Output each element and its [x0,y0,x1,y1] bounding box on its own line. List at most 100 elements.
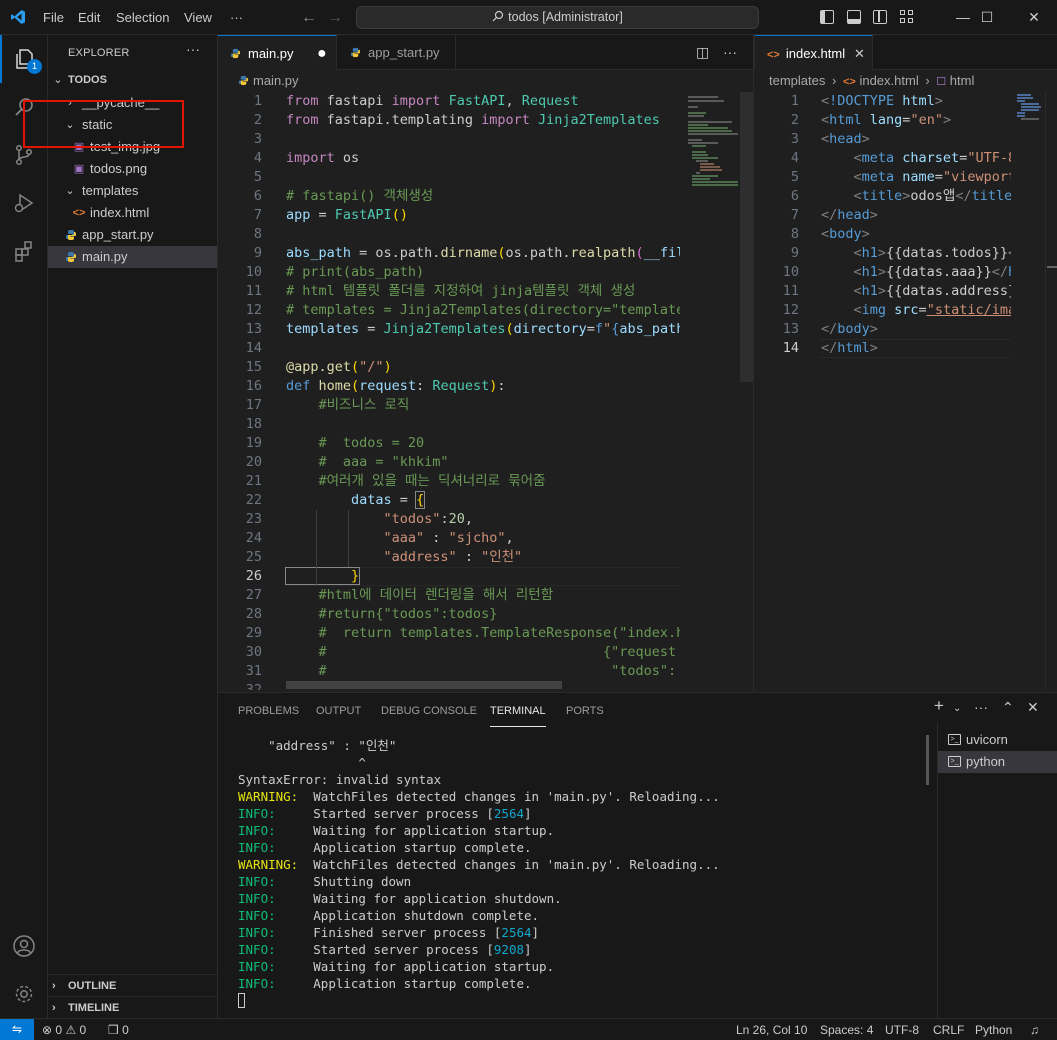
new-terminal-icon[interactable]: + [934,696,944,716]
file-label: app_start.py [82,227,154,242]
more-actions-icon[interactable]: ··· [974,699,988,715]
folder-root-todos[interactable]: ⌄ TODOS [48,69,217,91]
horizontal-scrollbar-left[interactable] [286,681,562,689]
terminal-line: INFO: Finished server process [2564] [238,925,540,940]
folder-templates[interactable]: ⌄ templates [48,180,217,202]
minimap-main-py[interactable] [680,92,740,690]
editor-more-actions-icon[interactable]: ··· [723,35,737,70]
command-center-search[interactable]: todos [Administrator] [356,6,759,29]
indentation-status[interactable]: Spaces: 4 [820,1019,873,1040]
tab-index-html[interactable]: <> index.html ✕ [755,35,873,70]
terminal-line: INFO: Waiting for application startup. [238,959,555,974]
forward-arrow-icon[interactable]: → [327,0,343,35]
breadcrumb-right[interactable]: templates › <> index.html › ☐ html [769,70,974,92]
tab-main-py[interactable]: main.py ● [218,35,337,70]
problems-status[interactable]: ⊗ 0 ⚠ 0 [42,1019,86,1040]
close-window-button[interactable]: ✕ [1011,0,1057,35]
terminal-output[interactable]: "address" : "인천" ^ SyntaxError: invalid s… [218,737,918,1019]
chevron-down-icon[interactable]: ⌄ [953,703,961,714]
menu-file[interactable]: File [43,0,64,35]
close-tab-icon[interactable]: ✕ [854,36,865,71]
radio-tower-icon: ❒ [108,1023,119,1037]
eol-status[interactable]: CRLF [933,1019,964,1040]
editor-split-divider[interactable] [753,35,754,692]
tab-debug-console[interactable]: DEBUG CONSOLE [381,705,477,717]
terminal-scrollbar[interactable] [926,735,929,785]
line-number: 30 [245,644,262,660]
close-panel-icon[interactable]: ✕ [1027,699,1039,716]
terminal-item-uvicorn[interactable]: >_ uvicorn [938,729,1057,751]
language-mode[interactable]: Python [975,1019,1012,1040]
file-app-start[interactable]: app_start.py [48,224,217,246]
error-icon: ⊗ [42,1023,53,1037]
line-number: 15 [245,359,262,375]
run-debug-activity[interactable] [0,179,48,227]
outline-section[interactable]: › OUTLINE [48,974,217,996]
line-number: 9 [790,245,799,261]
remote-icon: ⇋ [11,1022,23,1036]
line-number: 10 [245,264,262,280]
vertical-scrollbar-left[interactable] [740,92,753,382]
vscode-logo-icon [11,10,25,24]
file-todos-png[interactable]: ▣ todos.png [48,158,217,180]
warning-count: 0 [79,1023,87,1037]
tab-ports[interactable]: PORTS [566,705,604,717]
toggle-secondary-sidebar-icon[interactable] [873,10,887,24]
title-bar: File Edit Selection View ··· ← → todos [… [0,0,1057,35]
accounts-activity[interactable] [0,922,48,970]
tab-label: index.html [785,46,846,61]
breadcrumb-file: index.html [859,73,919,88]
ports-status[interactable]: ❒ 0 [108,1019,129,1040]
line-number: 4 [253,150,262,166]
line-number: 1 [790,93,799,109]
terminal-list: >_ uvicorn >_ python [937,723,1057,1019]
file-label: todos.png [90,161,148,176]
code-editor-index-html[interactable]: 1 2 3 4 5 6 7 8 9 10 11 12 13 14 <!DOCTYPE html> <htm… [755,92,1011,690]
timeline-section[interactable]: › TIMELINE [48,996,217,1018]
tab-terminal[interactable]: TERMINAL [490,705,546,727]
back-arrow-icon[interactable]: ← [301,0,317,35]
tab-output[interactable]: OUTPUT [316,705,361,717]
breadcrumb-left[interactable]: main.py [238,70,299,92]
sidebar-more-button[interactable]: ··· [186,41,200,57]
toggle-panel-icon[interactable] [847,10,861,24]
menu-edit[interactable]: Edit [78,0,100,35]
maximize-panel-icon[interactable]: ⌃ [1002,699,1014,716]
vertical-scrollbar-right[interactable] [1045,92,1057,690]
line-number: 16 [245,378,262,394]
line-number: 8 [790,226,799,242]
code-editor-main-py[interactable]: 1 2 3 4 5 6 7 8 9 10 11 12 13 14 15 16 17 18 19 20 21 22 23 24 2… [218,92,680,690]
manage-activity[interactable] [0,970,48,1018]
maximize-button[interactable]: ☐ [964,0,1010,35]
menu-more[interactable]: ··· [230,0,243,35]
line-number: 24 [245,530,262,546]
python-file-icon [66,230,76,240]
unsaved-dot-icon[interactable]: ● [317,36,327,71]
tab-app-start-py[interactable]: app_start.py [338,35,456,70]
line-number: 32 [245,682,262,690]
line-number: 11 [782,283,799,299]
menu-selection[interactable]: Selection [116,0,169,35]
terminal-line: SyntaxError: invalid syntax [238,772,442,787]
line-number: 13 [782,321,799,337]
image-file-icon: ▣ [73,163,85,175]
split-editor-icon[interactable]: ◫ [696,35,709,70]
menu-view[interactable]: View [184,0,212,35]
chevron-right-icon: › [52,980,56,992]
html-file-icon: <> [72,207,86,219]
file-index-html[interactable]: <> index.html [48,202,217,224]
minimap-index-html[interactable] [1011,92,1045,690]
toggle-primary-sidebar-icon[interactable] [820,10,834,24]
encoding-status[interactable]: UTF-8 [885,1019,919,1040]
html-file-icon: <> [842,76,856,88]
chevron-right-icon: › [925,73,930,88]
customize-layout-icon[interactable] [900,10,914,24]
terminal-item-python[interactable]: >_ python [938,751,1057,773]
cursor-position[interactable]: Ln 26, Col 10 [736,1019,807,1040]
explorer-activity[interactable]: 1 [0,35,48,83]
remote-indicator[interactable]: ⇋ [0,1019,34,1040]
tab-problems[interactable]: PROBLEMS [238,705,299,717]
notifications-bell-icon[interactable]: ♫ [1030,1019,1039,1040]
file-main-py[interactable]: main.py [48,246,217,268]
extensions-activity[interactable] [0,227,48,275]
